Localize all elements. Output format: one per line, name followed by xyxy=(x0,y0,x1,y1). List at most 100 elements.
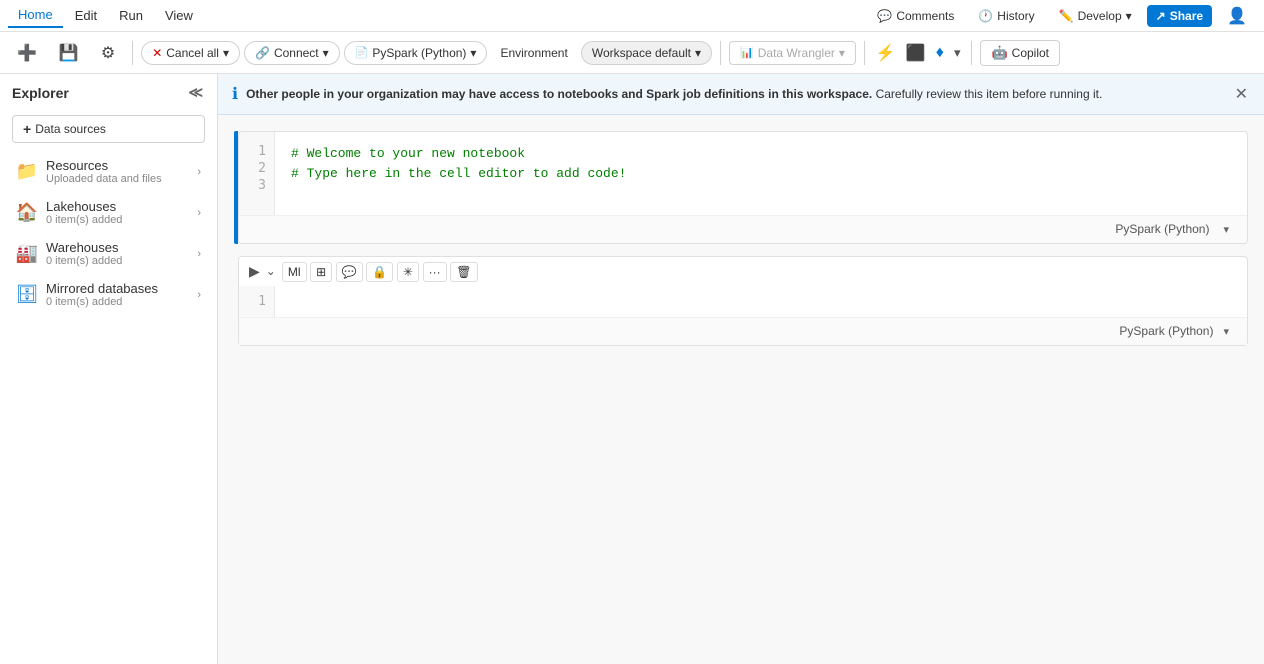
cell-1[interactable]: 1 2 3 # Welcome to your new notebook # T… xyxy=(238,131,1248,244)
pyspark-button[interactable]: 📄 PySpark (Python) ▾ xyxy=(344,41,488,65)
toolbar: ➕ 💾 ⚙ ✕ Cancel all ▾ 🔗 Connect ▾ 📄 PySpa… xyxy=(0,32,1264,74)
connect-icon: 🔗 xyxy=(255,46,270,60)
resources-name: Resources xyxy=(46,158,193,173)
cell-1-lang-dropdown[interactable]: ▾ xyxy=(1217,220,1235,239)
resources-content: Resources Uploaded data and files xyxy=(46,158,193,185)
cell-1-wrapper: 1 2 3 # Welcome to your new notebook # T… xyxy=(234,131,1248,244)
cell-2-comment-button[interactable]: 💬 xyxy=(336,262,363,282)
copilot-icon: 🤖 xyxy=(991,45,1007,61)
mirrored-sub: 0 item(s) added xyxy=(46,296,193,308)
cell-2-delete-button[interactable]: 🗑 xyxy=(450,262,477,282)
save-icon: 💾 xyxy=(59,43,79,63)
cell-2-wrapper: ▶ ⌄ Ml ⊞ 💬 🔒 ✳ ··· 🗑 xyxy=(234,256,1248,346)
warehouses-content: Warehouses 0 item(s) added xyxy=(46,240,193,267)
sidebar-collapse-button[interactable]: ≪ xyxy=(186,82,205,103)
toolbar-separator-2 xyxy=(720,41,721,65)
toolbar-separator-3 xyxy=(864,41,865,65)
cell-1-body: 1 2 3 # Welcome to your new notebook # T… xyxy=(239,132,1247,215)
cell-2-controls: ▶ ⌄ Ml ⊞ 💬 🔒 ✳ ··· 🗑 xyxy=(239,257,1247,286)
share-icon: ↗ xyxy=(1156,9,1166,23)
history-label: History xyxy=(997,9,1034,23)
share-button[interactable]: ↗ Share xyxy=(1147,5,1212,27)
warehouses-sub: 0 item(s) added xyxy=(46,255,193,267)
cell-1-code[interactable]: # Welcome to your new notebook # Type he… xyxy=(275,132,1247,215)
copilot-button[interactable]: 🤖 Copilot xyxy=(980,40,1060,66)
toolbar-separator-1 xyxy=(132,41,133,65)
data-wrangler-icon: 📊 xyxy=(740,46,754,59)
mirrored-content: Mirrored databases 0 item(s) added xyxy=(46,281,193,308)
comments-label: Comments xyxy=(896,9,954,23)
add-datasource-label: Data sources xyxy=(35,122,106,136)
toolbar-icon-2[interactable]: ⬛ xyxy=(903,40,929,66)
cell-1-line-numbers: 1 2 3 xyxy=(239,132,275,215)
comments-button[interactable]: 💬 Comments xyxy=(868,5,963,27)
mirrored-chevron-icon xyxy=(197,289,201,301)
cell-2-lang: PySpark (Python) xyxy=(1119,324,1213,338)
toolbar-icon-chevron[interactable]: ▾ xyxy=(951,42,964,64)
menu-home[interactable]: Home xyxy=(8,3,63,28)
cell-2-lang-dropdown[interactable]: ▾ xyxy=(1217,322,1235,341)
connect-button[interactable]: 🔗 Connect ▾ xyxy=(244,41,340,65)
warehouses-chevron-icon xyxy=(197,248,201,260)
cell-2-insert-button[interactable]: ⊞ xyxy=(310,262,332,282)
cell-2-run-button[interactable]: ▶ xyxy=(249,263,260,280)
sidebar-title: Explorer xyxy=(12,85,69,101)
cell-2-line-1: 1 xyxy=(258,294,266,309)
add-cell-button[interactable]: ➕ xyxy=(8,38,46,68)
cell-1-lang: PySpark (Python) xyxy=(1115,222,1209,236)
environment-label: Environment xyxy=(500,46,567,60)
menu-run[interactable]: Run xyxy=(109,4,153,27)
history-button[interactable]: 🕐 History xyxy=(969,5,1043,27)
user-avatar[interactable]: 👤 xyxy=(1218,2,1256,30)
data-wrangler-button[interactable]: 📊 Data Wrangler ▾ xyxy=(729,41,856,65)
connect-chevron-icon: ▾ xyxy=(323,46,329,60)
workspace-button[interactable]: Workspace default ▾ xyxy=(581,41,712,65)
main-layout: Explorer ≪ + Data sources 📁 Resources Up… xyxy=(0,74,1264,664)
toolbar-icon-1[interactable]: ⚡ xyxy=(873,40,899,66)
pyspark-icon: 📄 xyxy=(355,46,369,59)
toolbar-icon-3[interactable]: ♦ xyxy=(933,41,947,65)
cancel-chevron-icon: ▾ xyxy=(223,46,229,60)
cell-2-body: 1 xyxy=(239,286,1247,317)
develop-chevron-icon: ▾ xyxy=(1126,9,1132,23)
lakehouses-name: Lakehouses xyxy=(46,199,193,214)
cell-2-collapse-button[interactable]: ⌄ xyxy=(266,264,276,278)
copilot-label: Copilot xyxy=(1012,46,1049,60)
workspace-label: Workspace default xyxy=(592,46,691,60)
share-label: Share xyxy=(1170,9,1203,23)
cell-2[interactable]: ▶ ⌄ Ml ⊞ 💬 🔒 ✳ ··· 🗑 xyxy=(238,256,1248,346)
history-icon: 🕐 xyxy=(978,9,993,23)
cell-2-asterisk-button[interactable]: ✳ xyxy=(397,262,419,282)
sidebar-item-lakehouses[interactable]: 🏠 Lakehouses 0 item(s) added xyxy=(4,193,213,232)
develop-label: Develop xyxy=(1078,9,1122,23)
cell-2-lock-button[interactable]: 🔒 xyxy=(366,262,393,282)
warehouse-icon: 🏭 xyxy=(16,243,38,265)
cell-2-code[interactable] xyxy=(275,286,1247,317)
alert-close-button[interactable]: ✕ xyxy=(1233,82,1250,106)
cell-2-more-button[interactable]: ··· xyxy=(423,262,447,282)
menu-edit[interactable]: Edit xyxy=(65,4,107,27)
folder-icon: 📁 xyxy=(16,161,38,183)
code-line-2: # Type here in the cell editor to add co… xyxy=(291,164,1231,184)
lakehouses-content: Lakehouses 0 item(s) added xyxy=(46,199,193,226)
workspace-chevron-icon: ▾ xyxy=(695,46,701,60)
menu-view[interactable]: View xyxy=(155,4,203,27)
settings-icon: ⚙ xyxy=(101,43,115,63)
cell-2-ml-button[interactable]: Ml xyxy=(282,262,307,282)
add-datasource-button[interactable]: + Data sources xyxy=(12,115,205,143)
cancel-icon: ✕ xyxy=(152,46,162,60)
environment-button[interactable]: Environment xyxy=(491,41,576,65)
resources-sub: Uploaded data and files xyxy=(46,173,193,185)
cell-2-line-numbers: 1 xyxy=(239,286,275,317)
settings-button[interactable]: ⚙ xyxy=(92,38,124,68)
sidebar-item-resources[interactable]: 📁 Resources Uploaded data and files xyxy=(4,152,213,191)
add-icon: + xyxy=(23,121,31,137)
cancel-all-button[interactable]: ✕ Cancel all ▾ xyxy=(141,41,240,65)
resources-chevron-icon xyxy=(197,166,201,178)
develop-button[interactable]: ✏️ Develop ▾ xyxy=(1050,5,1141,27)
save-button[interactable]: 💾 xyxy=(50,38,88,68)
sidebar-item-mirrored[interactable]: 🗄 Mirrored databases 0 item(s) added xyxy=(4,275,213,314)
sidebar-item-warehouses[interactable]: 🏭 Warehouses 0 item(s) added xyxy=(4,234,213,273)
menu-items: Home Edit Run View xyxy=(8,3,203,28)
menu-right: 💬 Comments 🕐 History ✏️ Develop ▾ ↗ Shar… xyxy=(868,2,1256,30)
